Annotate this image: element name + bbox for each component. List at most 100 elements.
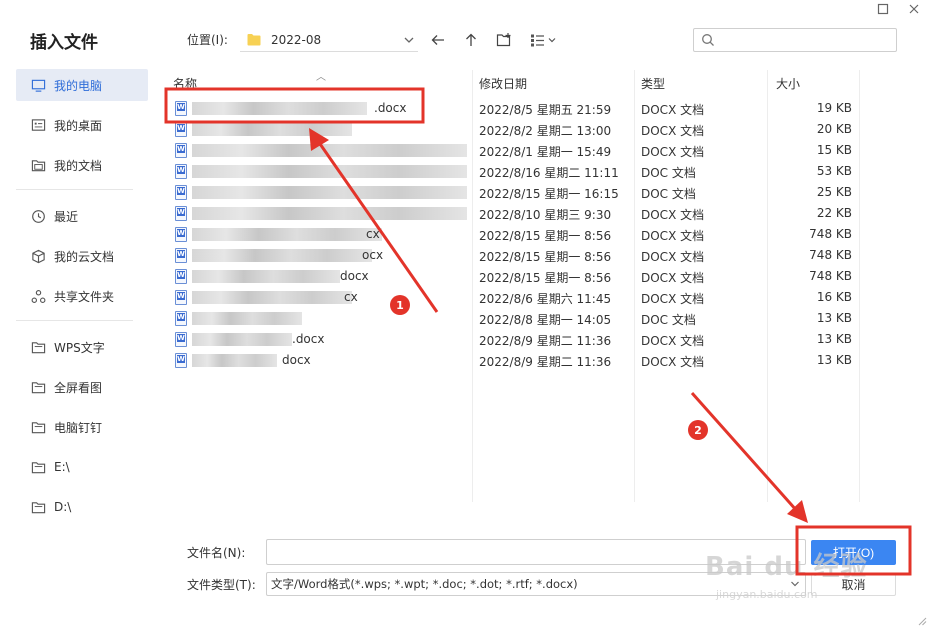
column-header-size[interactable]: 大小 [776,75,800,92]
file-modified: 2022/8/5 星期五 21:59 [479,103,612,117]
watermark-url: jingyan.baidu.com [716,588,818,601]
sidebar-item[interactable]: D:\ [16,491,148,523]
sidebar-item[interactable]: 最近 [16,200,148,232]
word-document-icon [175,122,187,137]
search-input[interactable] [720,30,896,50]
close-icon[interactable] [900,0,928,18]
sidebar-item-label: 共享文件夹 [54,289,115,304]
word-document-icon [175,227,187,242]
step-badge-2: 2 [688,420,708,440]
file-name: cx [344,290,358,304]
file-size: 13 KB [816,353,852,367]
clock-icon [30,208,46,224]
file-size: 748 KB [809,248,852,262]
file-name: docx [282,353,311,367]
file-modified: 2022/8/15 星期一 16:15 [479,187,619,201]
documents-icon [30,157,46,173]
sidebar-item[interactable]: 我的桌面 [16,109,148,141]
file-row[interactable]: .docx 2022/8/5 星期五 21:59 DOCX 文档 19 KB [166,98,860,119]
sidebar-item[interactable]: 全屏看图 [16,371,148,403]
folder-icon [30,499,46,515]
file-name: .docx [292,332,325,346]
file-modified: 2022/8/9 星期二 11:36 [479,355,612,369]
file-row[interactable]: 2022/8/8 星期一 14:05 DOC 文档 13 KB [166,308,860,329]
file-type: DOCX 文档 [641,208,705,222]
sidebar-item-label: D:\ [54,500,72,514]
sidebar-item[interactable]: WPS文字 [16,331,148,363]
word-document-icon [175,101,187,116]
file-type: DOC 文档 [641,166,696,180]
redacted-filename [192,123,352,136]
search-box[interactable] [693,28,897,52]
file-row[interactable]: 2022/8/15 星期一 16:15 DOC 文档 25 KB [166,182,860,203]
location-dropdown[interactable]: 2022-08 [240,28,418,52]
file-size: 13 KB [816,311,852,325]
word-document-icon [175,143,187,158]
sidebar-item-label: WPS文字 [54,340,105,355]
file-size: 16 KB [816,290,852,304]
sidebar-item[interactable]: 我的电脑 [16,69,148,101]
file-row[interactable]: .docx 2022/8/9 星期二 11:36 DOCX 文档 13 KB [166,329,860,350]
file-size: 20 KB [816,122,852,136]
folder-icon [30,379,46,395]
file-name: .docx [374,101,407,115]
sidebar-item-label: 最近 [54,209,79,224]
file-row[interactable]: docx 2022/8/9 星期二 11:36 DOCX 文档 13 KB [166,350,860,371]
file-type: DOCX 文档 [641,250,705,264]
file-modified: 2022/8/6 星期六 11:45 [479,292,612,306]
maximize-icon[interactable] [869,0,897,18]
redacted-filename [192,186,467,199]
arrow-head-2 [787,500,808,523]
file-row[interactable]: 2022/8/16 星期二 11:11 DOC 文档 53 KB [166,161,860,182]
location-label: 位置(I): [187,33,228,47]
file-name: ocx [362,248,384,262]
resize-grip-icon[interactable] [915,614,927,626]
file-row[interactable]: cx 2022/8/15 星期一 8:56 DOCX 文档 748 KB [166,224,860,245]
watermark: Bai du 经验 [705,552,868,582]
sidebar-item[interactable]: 我的文档 [16,149,148,181]
column-header-name[interactable]: 名称 [173,75,197,92]
column-header-modified[interactable]: 修改日期 [479,75,527,92]
file-size: 15 KB [816,143,852,157]
file-size: 25 KB [816,185,852,199]
sidebar-item[interactable]: 电脑钉钉 [16,411,148,443]
sidebar-item[interactable]: 我的云文档 [16,240,148,272]
file-row[interactable]: cx 2022/8/6 星期六 11:45 DOCX 文档 16 KB [166,287,860,308]
column-header-type[interactable]: 类型 [641,75,665,92]
folder-icon [247,34,261,46]
word-document-icon [175,353,187,368]
word-document-icon [175,290,187,305]
redacted-filename [192,333,292,346]
word-document-icon [175,332,187,347]
file-modified: 2022/8/15 星期一 8:56 [479,250,612,264]
file-size: 53 KB [816,164,852,178]
file-row[interactable]: docx 2022/8/15 星期一 8:56 DOCX 文档 748 KB [166,266,860,287]
redacted-filename [192,207,467,220]
insert-file-dialog: 插入文件 我的电脑 我的桌面 我的文档 最近 我的云文档 共享文件夹 WPS文字 全屏看图 电脑… [0,0,929,627]
file-name: docx [340,269,369,283]
sidebar-divider [16,320,133,321]
file-row[interactable]: 2022/8/1 星期一 15:49 DOCX 文档 15 KB [166,140,860,161]
sidebar-item[interactable]: E:\ [16,451,148,483]
sidebar-item[interactable]: 共享文件夹 [16,280,148,312]
file-type: DOCX 文档 [641,271,705,285]
word-document-icon [175,248,187,263]
desktop-icon [30,117,46,133]
cloud-box-icon [30,248,46,264]
redacted-filename [192,312,302,325]
back-arrow-icon[interactable] [428,30,448,50]
file-row[interactable]: 2022/8/10 星期三 9:30 DOCX 文档 22 KB [166,203,860,224]
new-folder-icon[interactable] [494,30,514,50]
view-mode-icon[interactable] [528,30,560,50]
redacted-filename [192,291,352,304]
file-row[interactable]: 2022/8/2 星期二 13:00 DOCX 文档 20 KB [166,119,860,140]
file-size: 19 KB [816,101,852,115]
file-row[interactable]: ocx 2022/8/15 星期一 8:56 DOCX 文档 748 KB [166,245,860,266]
sidebar-item-label: 我的云文档 [54,249,115,264]
word-document-icon [175,185,187,200]
up-arrow-icon[interactable] [461,30,481,50]
file-list[interactable]: ︿ 名称 修改日期 类型 大小 .docx 2022/8/5 星期五 21:59 D… [166,70,860,502]
redacted-filename [192,102,367,115]
file-size: 22 KB [816,206,852,220]
file-modified: 2022/8/15 星期一 8:56 [479,271,612,285]
